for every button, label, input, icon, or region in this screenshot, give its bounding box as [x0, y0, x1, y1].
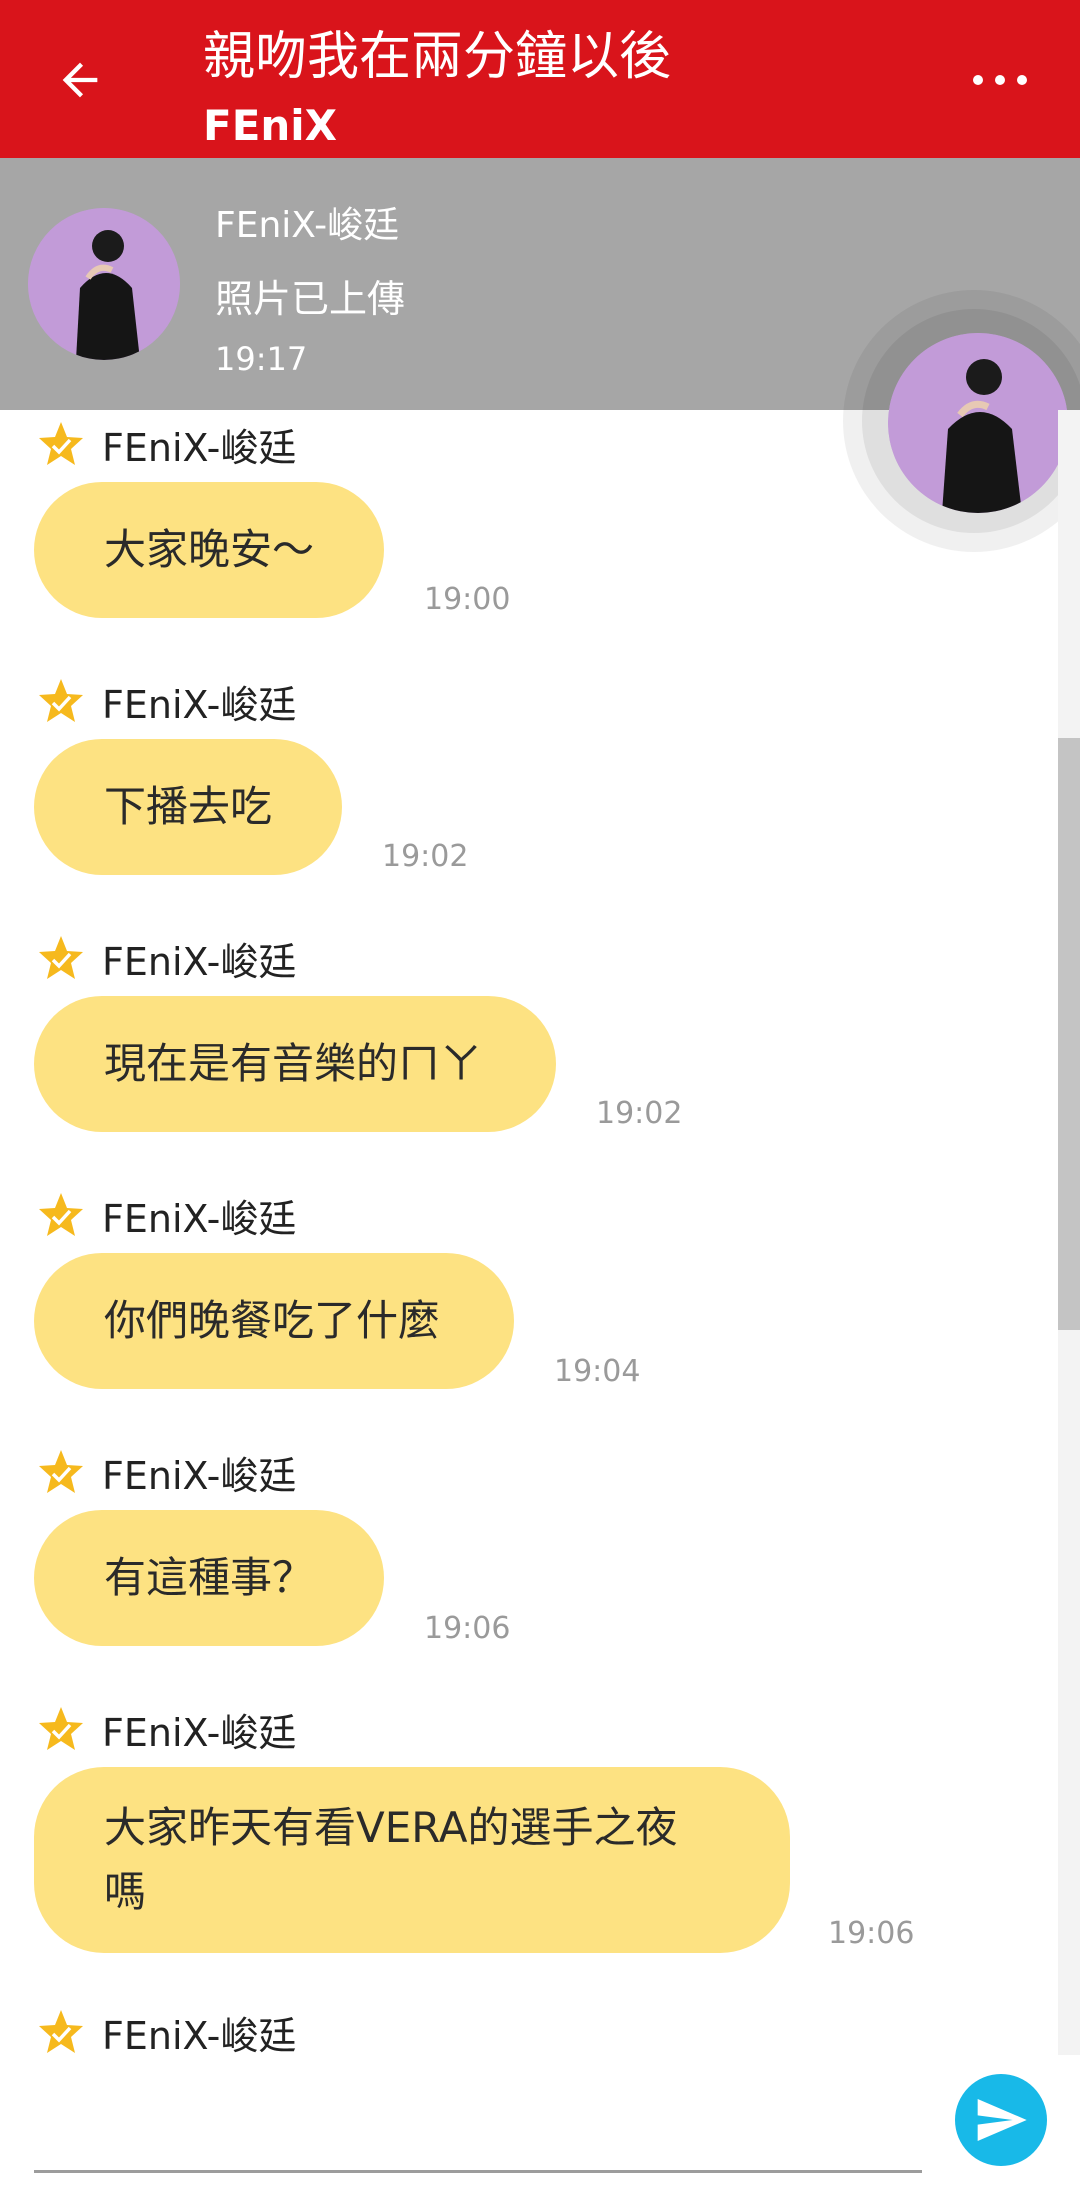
message-time: 19:06	[424, 1611, 511, 1646]
scrollbar-thumb[interactable]	[1058, 738, 1080, 1330]
pinned-text: 照片已上傳	[215, 277, 406, 321]
chat-subtitle: FEniX	[203, 101, 338, 150]
more-dots-icon	[973, 75, 1027, 85]
message-bubble[interactable]: 現在是有音樂的ㄇㄚ	[34, 996, 556, 1132]
back-button[interactable]	[40, 40, 120, 120]
pinned-time: 19:17	[215, 340, 308, 378]
star-check-icon	[39, 422, 83, 465]
message-input[interactable]	[34, 2170, 922, 2173]
message-sender-row: FEniX-峻廷	[36, 2004, 296, 2060]
star-check-icon	[39, 936, 83, 979]
pinned-avatar	[28, 208, 180, 360]
message-sender-row: FEniX-峻廷	[36, 416, 296, 472]
more-options-button[interactable]	[960, 40, 1040, 120]
floating-avatar-button[interactable]	[888, 333, 1068, 513]
chat-title: 親吻我在兩分鐘以後	[203, 27, 672, 87]
sender-name: FEniX-峻廷	[102, 682, 297, 727]
arrow-left-icon	[62, 62, 98, 98]
message-text: 下播去吃	[104, 782, 273, 831]
message-time: 19:06	[828, 1916, 915, 1951]
message-sender-row: FEniX-峻廷	[36, 1187, 296, 1243]
star-check-icon	[39, 2010, 83, 2053]
message-text: 大家晚安～	[104, 525, 315, 574]
message-text-line: 大家昨天有看VERA的選手之夜	[104, 1803, 678, 1852]
message-time: 19:02	[382, 839, 469, 874]
star-check-icon	[39, 1707, 83, 1750]
message-bubble[interactable]: 有這種事？	[34, 1510, 384, 1646]
pinned-sender: FEniX-峻廷	[215, 205, 400, 246]
message-time: 19:02	[596, 1096, 683, 1131]
message-sender-row: FEniX-峻廷	[36, 673, 296, 729]
star-check-icon	[39, 1450, 83, 1493]
message-bubble[interactable]: 大家昨天有看VERA的選手之夜 嗎	[34, 1767, 790, 1953]
app-bar: 親吻我在兩分鐘以後 FEniX	[0, 0, 1080, 158]
message-bubble[interactable]: 下播去吃	[34, 739, 342, 875]
message-sender-row: FEniX-峻廷	[36, 930, 296, 986]
sender-name: FEniX-峻廷	[102, 1710, 297, 1755]
message-text: 有這種事？	[104, 1553, 315, 1602]
message-text: 現在是有音樂的ㄇㄚ	[104, 1039, 483, 1088]
sender-name: FEniX-峻廷	[102, 1196, 297, 1241]
message-sender-row: FEniX-峻廷	[36, 1444, 296, 1500]
star-check-icon	[39, 1193, 83, 1236]
message-time: 19:04	[554, 1354, 641, 1389]
person-photo-icon	[28, 208, 180, 360]
message-bubble[interactable]: 大家晚安～	[34, 482, 384, 618]
sender-name: FEniX-峻廷	[102, 939, 297, 984]
sender-name: FEniX-峻廷	[102, 425, 297, 470]
message-text-line: 嗎	[104, 1867, 147, 1916]
message-text: 你們晚餐吃了什麼	[104, 1296, 441, 1345]
message-bubble[interactable]: 你們晚餐吃了什麼	[34, 1253, 514, 1389]
sender-name: FEniX-峻廷	[102, 2013, 297, 2058]
message-sender-row: FEniX-峻廷	[36, 1701, 296, 1757]
person-photo-icon	[888, 333, 1068, 513]
sender-name: FEniX-峻廷	[102, 1453, 297, 1498]
message-time: 19:00	[424, 582, 511, 617]
star-check-icon	[39, 679, 83, 722]
send-button[interactable]	[955, 2074, 1047, 2166]
send-icon	[977, 2099, 1027, 2141]
